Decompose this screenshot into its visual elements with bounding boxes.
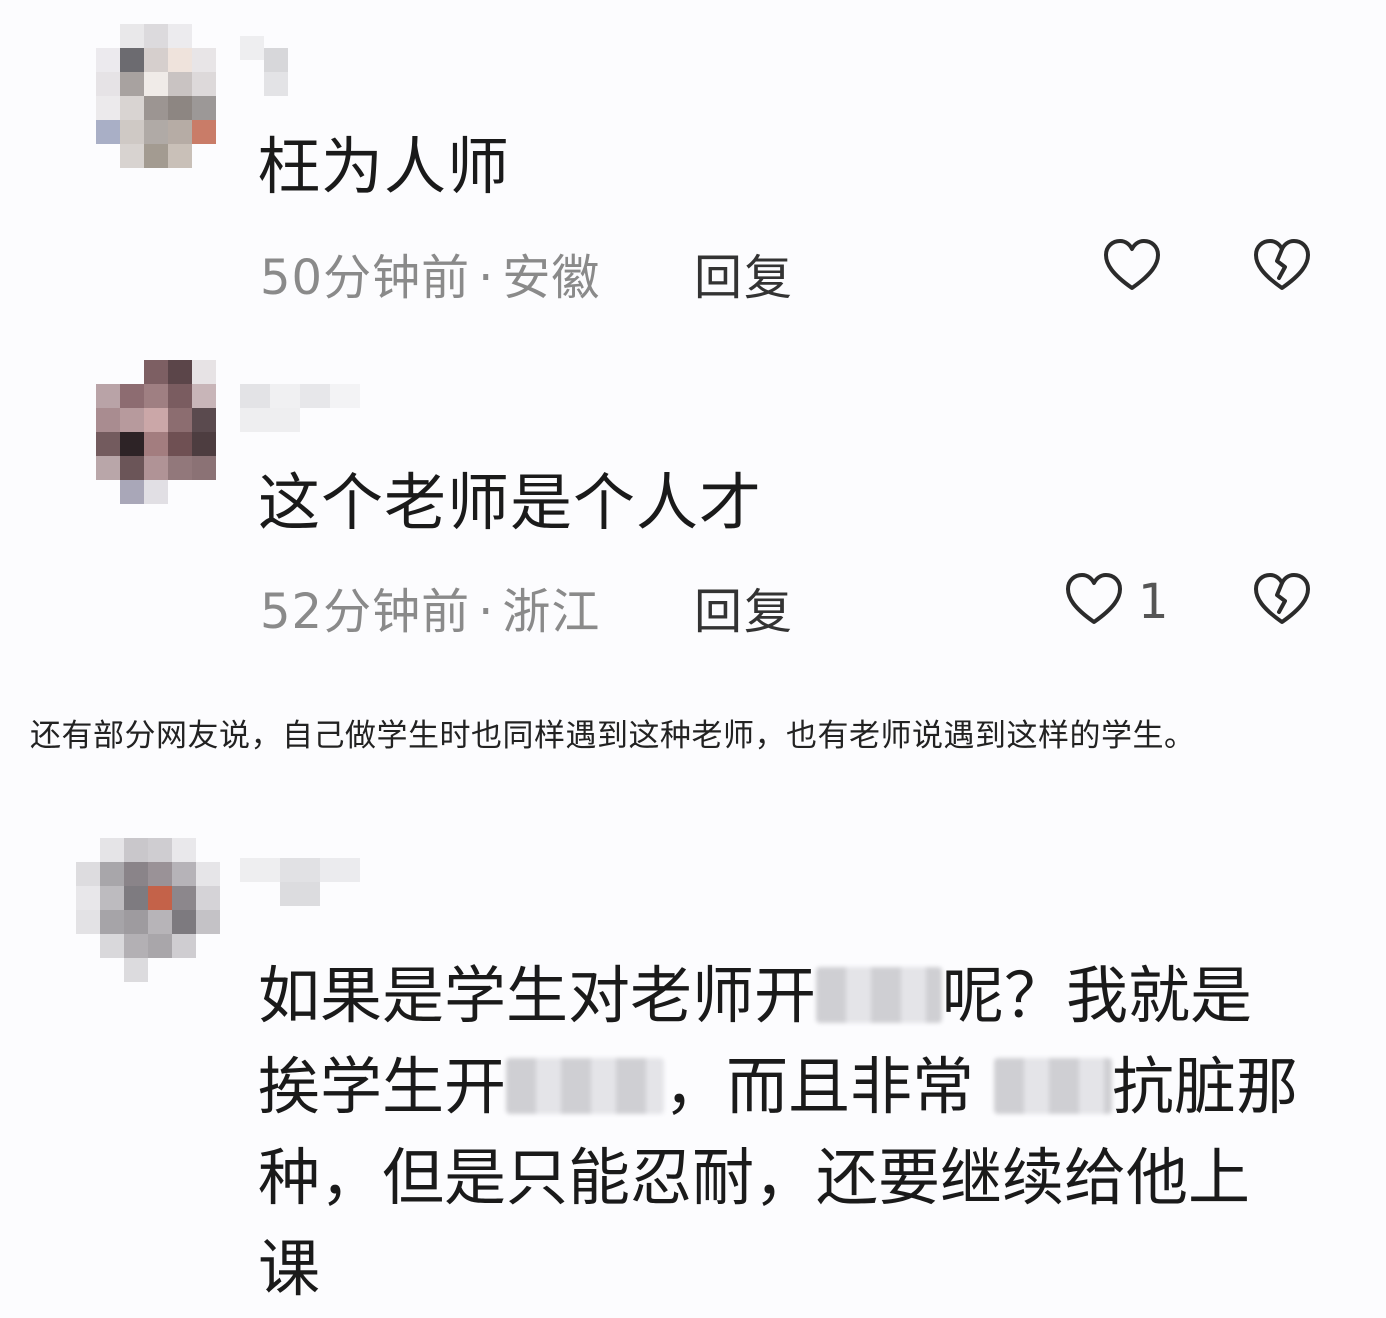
comment-line: 挨学生开 ，而且非常 抗脏那 <box>258 1041 1298 1132</box>
comment-location: 安徽 <box>502 250 601 306</box>
avatar[interactable] <box>76 838 220 982</box>
comment-line: 课 <box>258 1232 321 1305</box>
article-caption: 还有部分网友说，自己做学生时也同样遇到这种老师，也有老师说遇到这样的学生。 <box>30 718 1196 754</box>
broken-heart-icon[interactable] <box>1252 570 1312 630</box>
heart-outline-icon[interactable] <box>1102 236 1162 296</box>
comment-text-segment: 如果是学生对老师开 <box>258 959 817 1032</box>
meta-separator: · <box>478 250 495 306</box>
comment-line: 如果是学生对老师开 呢？我就是 <box>258 950 1298 1041</box>
comment-text: 如果是学生对老师开 呢？我就是 挨学生开 ，而且非常 抗脏那 种，但是只能忍耐，还要继… <box>258 950 1298 1314</box>
avatar[interactable] <box>96 360 240 504</box>
broken-heart-icon[interactable] <box>1252 236 1312 296</box>
comment-text-segment: 挨学生开 <box>258 1050 507 1123</box>
reply-button[interactable]: 回复 <box>694 238 794 308</box>
heart-outline-icon[interactable] <box>1064 570 1124 630</box>
comment-time: 52分钟前 <box>260 584 471 640</box>
comment-meta: 52分钟前 · 浙江 <box>260 572 600 642</box>
comment-location: 浙江 <box>502 584 601 640</box>
reply-button[interactable]: 回复 <box>694 572 794 642</box>
comment-text-segment: 呢？我就是 <box>942 959 1253 1032</box>
username[interactable] <box>240 858 360 908</box>
like-count: 1 <box>1138 574 1169 630</box>
comment-meta: 50分钟前 · 安徽 <box>260 238 600 308</box>
redacted-text <box>506 1058 665 1114</box>
comment-text: 枉为人师 <box>258 130 511 203</box>
username[interactable] <box>240 384 370 434</box>
comment-text-segment: ，而且非常 <box>664 1050 975 1123</box>
comment-line: 种，但是只能忍耐，还要继续给他上 <box>258 1141 1251 1214</box>
comment-text: 这个老师是个人才 <box>258 466 763 539</box>
avatar[interactable] <box>96 24 240 168</box>
redacted-text <box>994 1058 1113 1114</box>
meta-separator: · <box>478 584 495 640</box>
comment-text-segment: 抗脏那 <box>1112 1050 1299 1123</box>
username[interactable] <box>240 36 310 96</box>
redacted-text <box>816 967 943 1023</box>
comment-time: 50分钟前 <box>260 250 471 306</box>
